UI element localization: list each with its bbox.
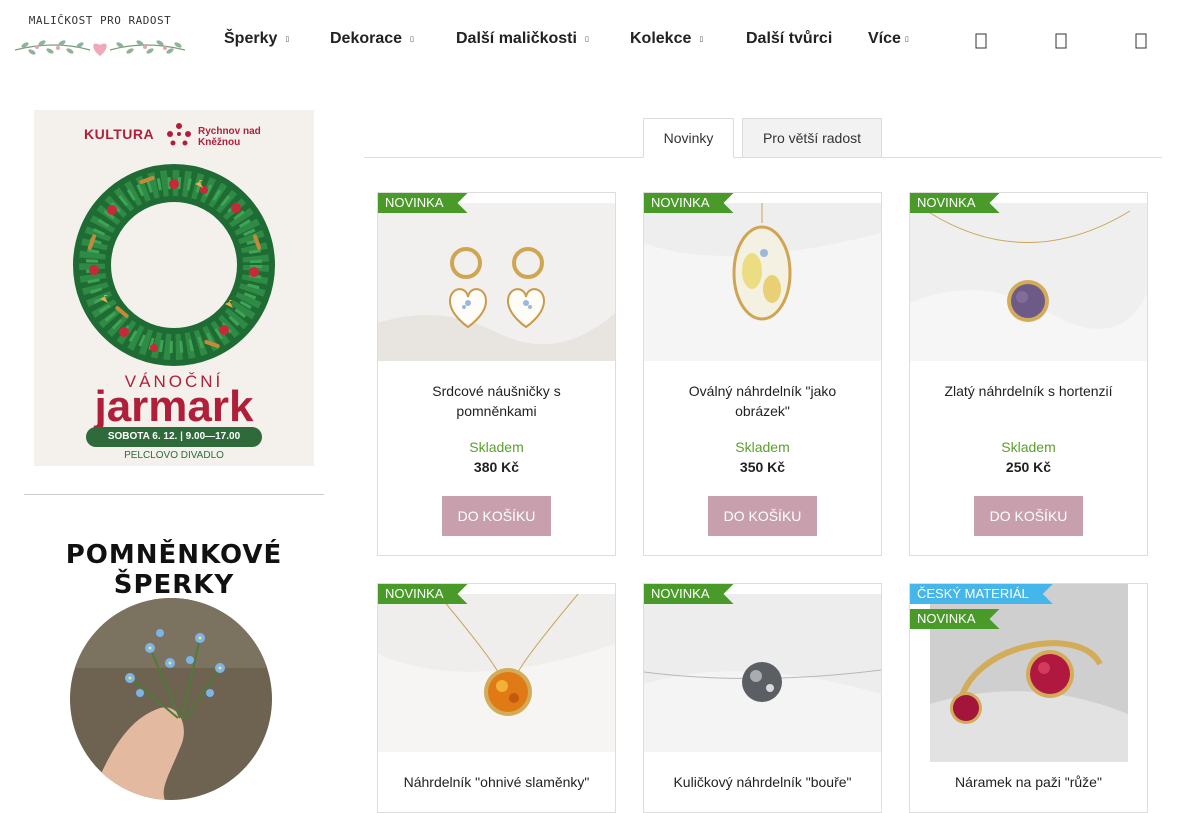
product-image[interactable] <box>644 203 881 361</box>
sidebar-heading: POMNĚNKOVÉ ŠPERKY <box>65 540 283 600</box>
badge-new: NOVINKA <box>910 609 1000 629</box>
forget-me-not-photo[interactable] <box>70 598 272 800</box>
christmas-market-banner[interactable]: KULTURA Rychnov nad Kněžnou VÁNOČNÍ jarm… <box>34 110 314 466</box>
add-to-cart-button[interactable]: DO KOŠÍKU <box>974 496 1083 536</box>
tab-label: Pro větší radost <box>762 130 862 146</box>
chevron-down-icon: ▯ <box>904 35 909 43</box>
earrings-image <box>378 203 615 361</box>
banner-date: SOBOTA 6. 12. | 9.00—17.00 <box>86 427 262 447</box>
add-to-cart-button[interactable]: DO KOŠÍKU <box>708 496 817 536</box>
tab-label: Novinky <box>663 130 714 146</box>
tab-novinky[interactable]: Novinky <box>643 118 734 158</box>
amber-necklace-image <box>378 594 615 752</box>
product-card[interactable]: NOVINKA Zlatý náhrdelník s hortenzií Skl… <box>909 192 1148 556</box>
user-icon[interactable] <box>1055 33 1067 49</box>
stock-status: Skladem <box>735 439 790 455</box>
product-name[interactable]: Náhrdelník "ohnivé slaměnky" <box>398 772 595 792</box>
add-to-cart-button[interactable]: DO KOŠÍKU <box>442 496 551 536</box>
cart-icon[interactable] <box>1135 33 1147 49</box>
search-icon[interactable] <box>975 33 987 49</box>
sidebar-divider <box>24 494 324 495</box>
badge-new: NOVINKA <box>644 584 734 604</box>
nav-label: Další maličkosti <box>456 30 577 47</box>
storm-necklace-image <box>644 594 881 752</box>
site-header: MALIČKOST PRO RADOST Šperky ▯ Dekorace ▯… <box>0 0 1200 80</box>
badge-czech-material: ČESKÝ MATERIÁL <box>910 584 1053 604</box>
product-card[interactable]: ČESKÝ MATERIÁL NOVINKA Náramek na paži "… <box>909 583 1148 813</box>
product-card[interactable]: NOVINKA Kuličkový náhrdelník "bouře" <box>643 583 882 813</box>
product-price: 350 Kč <box>739 459 786 475</box>
badge-new: NOVINKA <box>378 193 468 213</box>
nav-item-dekorace[interactable]: Dekorace ▯ <box>330 30 414 48</box>
product-name[interactable]: Kuličkový náhrdelník "bouře" <box>664 772 861 792</box>
chevron-down-icon: ▯ <box>410 35 414 43</box>
product-card[interactable]: NOVINKA Srdcové náušničky s pomněnkami S… <box>377 192 616 556</box>
site-logo[interactable]: MALIČKOST PRO RADOST <box>10 14 190 68</box>
stock-status: Skladem <box>469 439 524 455</box>
banner-org: KULTURA <box>84 126 155 142</box>
badge-new: NOVINKA <box>910 193 1000 213</box>
product-name[interactable]: Zlatý náhrdelník s hortenzií <box>930 381 1127 401</box>
chevron-down-icon: ▯ <box>285 35 290 43</box>
logo-wreath-icon <box>14 40 186 56</box>
product-image[interactable] <box>378 203 615 361</box>
nav-item-vice[interactable]: Více ▯ <box>868 30 909 48</box>
chevron-down-icon: ▯ <box>699 35 704 43</box>
banner-line2: jarmark <box>94 382 254 431</box>
nav-label: Dekorace <box>330 30 403 47</box>
product-price: 380 Kč <box>473 459 520 475</box>
product-name[interactable]: Oválný náhrdelník "jako obrázek" <box>664 381 861 421</box>
stock-status: Skladem <box>1001 439 1056 455</box>
nav-label: Kolekce <box>630 30 692 47</box>
kultura-logo-icon <box>167 123 191 146</box>
logo-text: MALIČKOST PRO RADOST <box>28 14 172 27</box>
nav-item-kolekce[interactable]: Kolekce ▯ <box>630 30 703 48</box>
nav-label: Více <box>868 30 901 47</box>
product-name[interactable]: Náramek na paži "růže" <box>930 772 1127 792</box>
badge-new: NOVINKA <box>378 584 468 604</box>
wreath-illustration <box>73 164 275 366</box>
tab-pro-vetsi-radost[interactable]: Pro větší radost <box>742 118 882 158</box>
nav-label: Šperky <box>224 30 278 47</box>
nav-label: Další tvůrci <box>746 30 833 47</box>
nav-item-sperky[interactable]: Šperky ▯ <box>224 30 289 48</box>
product-price: 250 Kč <box>1005 459 1052 475</box>
badge-new: NOVINKA <box>644 193 734 213</box>
nav-item-dalsi-tvurci[interactable]: Další tvůrci <box>746 30 832 48</box>
hydrangea-necklace-image <box>910 203 1147 361</box>
oval-necklace-image <box>644 203 881 361</box>
banner-city: Rychnov nad Kněžnou <box>198 126 261 148</box>
product-card[interactable]: NOVINKA Oválný náhrdelník "jako obrázek"… <box>643 192 882 556</box>
product-image[interactable] <box>378 594 615 752</box>
banner-venue: PELCLOVO DIVADLO <box>124 450 224 461</box>
forget-me-not-image <box>70 598 272 800</box>
product-card[interactable]: NOVINKA Náhrdelník "ohnivé slaměnky" <box>377 583 616 813</box>
product-image[interactable] <box>910 203 1147 361</box>
nav-item-dalsi-malickosti[interactable]: Další maličkosti ▯ <box>456 30 589 48</box>
product-name[interactable]: Srdcové náušničky s pomněnkami <box>398 381 595 421</box>
product-image[interactable] <box>644 594 881 752</box>
chevron-down-icon: ▯ <box>584 35 589 43</box>
